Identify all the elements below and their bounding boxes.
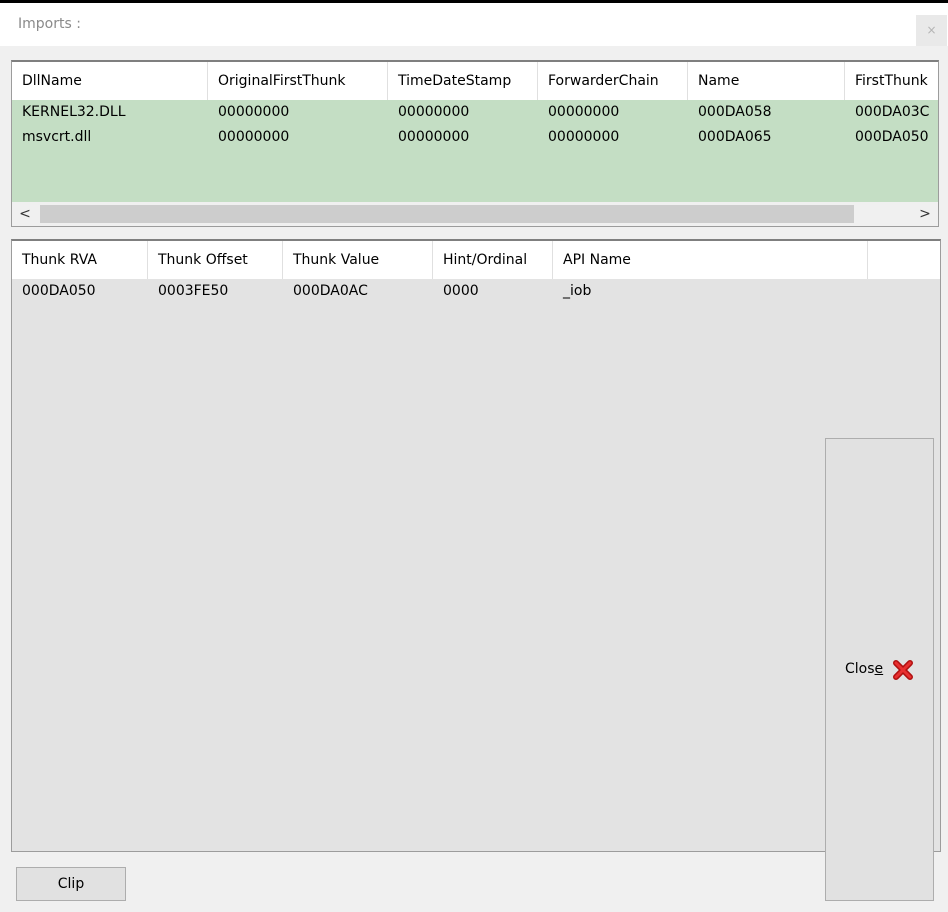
- dll-list[interactable]: DllName OriginalFirstThunk TimeDateStamp…: [11, 60, 939, 227]
- column-header-name[interactable]: Name: [688, 62, 845, 100]
- cell-forwarderchain: 00000000: [548, 129, 620, 145]
- column-header-forwarderchain[interactable]: ForwarderChain: [538, 62, 688, 100]
- cell-forwarderchain: 00000000: [548, 104, 620, 120]
- column-header-timedatestamp[interactable]: TimeDateStamp: [388, 62, 538, 100]
- cell-dllname: KERNEL32.DLL: [22, 104, 126, 120]
- thunk-row[interactable]: 000DA050 0003FE50 000DA0AC 0000 _iob: [12, 279, 940, 303]
- cell-thunk-offset: 0003FE50: [158, 283, 229, 299]
- column-header-thunk-value[interactable]: Thunk Value: [283, 241, 433, 279]
- scroll-right-icon[interactable]: >: [912, 202, 938, 226]
- cell-thunk-rva: 000DA050: [22, 283, 96, 299]
- cell-firstthunk: 000DA050: [855, 129, 929, 145]
- clip-button[interactable]: Clip: [16, 867, 126, 901]
- dll-row-kernel32[interactable]: KERNEL32.DLL 00000000 00000000 00000000 …: [12, 100, 938, 124]
- scroll-left-icon[interactable]: <: [12, 202, 38, 226]
- cell-api-name: _iob: [563, 283, 592, 299]
- close-icon[interactable]: ×: [926, 23, 936, 37]
- scrollbar-thumb[interactable]: [40, 205, 854, 223]
- horizontal-scrollbar[interactable]: < >: [12, 202, 938, 226]
- close-button[interactable]: Close: [825, 438, 934, 901]
- column-header-api-name[interactable]: API Name: [553, 241, 868, 279]
- cell-firstthunk: 000DA03C: [855, 104, 930, 120]
- column-header-hint-ordinal[interactable]: Hint/Ordinal: [433, 241, 553, 279]
- cell-thunk-value: 000DA0AC: [293, 283, 368, 299]
- title-bar: Imports : ×: [0, 3, 948, 46]
- dll-row-msvcrt[interactable]: msvcrt.dll 00000000 00000000 00000000 00…: [12, 125, 938, 149]
- cell-originalfirstthunk: 00000000: [218, 129, 290, 145]
- window-close-button[interactable]: ×: [916, 15, 947, 46]
- red-x-icon: [893, 660, 913, 680]
- close-button-label: Close: [845, 661, 884, 677]
- cell-timedatestamp: 00000000: [398, 104, 470, 120]
- column-header-firstthunk[interactable]: FirstThunk: [845, 62, 938, 100]
- thunk-list-header: Thunk RVA Thunk Offset Thunk Value Hint/…: [12, 241, 940, 279]
- column-header-thunk-offset[interactable]: Thunk Offset: [148, 241, 283, 279]
- cell-dllname: msvcrt.dll: [22, 129, 92, 145]
- cell-hint-ordinal: 0000: [443, 283, 479, 299]
- cell-timedatestamp: 00000000: [398, 129, 470, 145]
- column-header-originalfirstthunk[interactable]: OriginalFirstThunk: [208, 62, 388, 100]
- dll-list-header: DllName OriginalFirstThunk TimeDateStamp…: [12, 62, 938, 100]
- window-title: Imports :: [18, 16, 81, 32]
- thunk-list[interactable]: Thunk RVA Thunk Offset Thunk Value Hint/…: [11, 239, 941, 852]
- column-header-dllname[interactable]: DllName: [12, 62, 208, 100]
- cell-name: 000DA065: [698, 129, 772, 145]
- column-header-thunk-rva[interactable]: Thunk RVA: [12, 241, 148, 279]
- cell-originalfirstthunk: 00000000: [218, 104, 290, 120]
- cell-name: 000DA058: [698, 104, 772, 120]
